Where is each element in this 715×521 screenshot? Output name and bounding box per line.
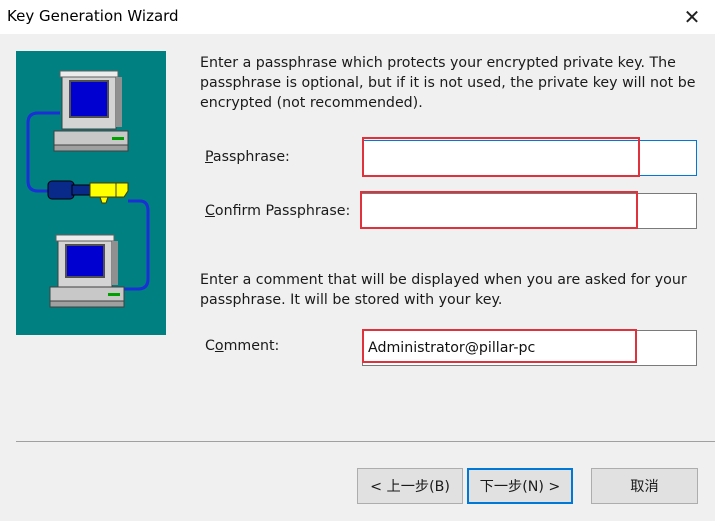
intro-text: Enter a passphrase which protects your e… <box>200 55 696 111</box>
next-button[interactable]: 下一步(N) > <box>467 468 573 504</box>
cancel-button[interactable]: 取消 <box>591 468 698 504</box>
confirm-label-mnemonic: C <box>205 203 215 219</box>
comment-label-text: mment: <box>223 338 280 354</box>
passphrase-label-mnemonic: P <box>205 149 213 165</box>
passphrase-field-box <box>363 140 697 176</box>
comment-label-pre: C <box>205 338 215 354</box>
title-bar: Key Generation Wizard ✕ <box>0 0 715 34</box>
comment-label-mnemonic: o <box>214 338 224 354</box>
wizard-illustration <box>16 51 166 335</box>
close-icon: ✕ <box>683 5 701 29</box>
computers-with-key-icon <box>26 70 150 308</box>
passphrase-label-text: assphrase: <box>212 149 290 165</box>
confirm-field-box <box>360 193 697 229</box>
comment-field-box <box>362 330 697 366</box>
window-title: Key Generation Wizard <box>7 7 179 25</box>
confirm-passphrase-input[interactable] <box>361 194 696 228</box>
confirm-passphrase-label: Confirm Passphrase: <box>205 203 350 219</box>
back-button[interactable]: < 上一步(B) <box>357 468 463 504</box>
comment-help-text: Enter a comment that will be displayed w… <box>200 272 687 308</box>
confirm-label-text: onfirm Passphrase: <box>214 203 351 219</box>
close-button[interactable]: ✕ <box>669 0 715 34</box>
passphrase-label: Passphrase: <box>205 149 290 165</box>
comment-input[interactable] <box>363 331 696 365</box>
comment-label: Comment: <box>205 338 279 354</box>
separator-line <box>16 441 715 442</box>
passphrase-input[interactable] <box>364 141 696 175</box>
